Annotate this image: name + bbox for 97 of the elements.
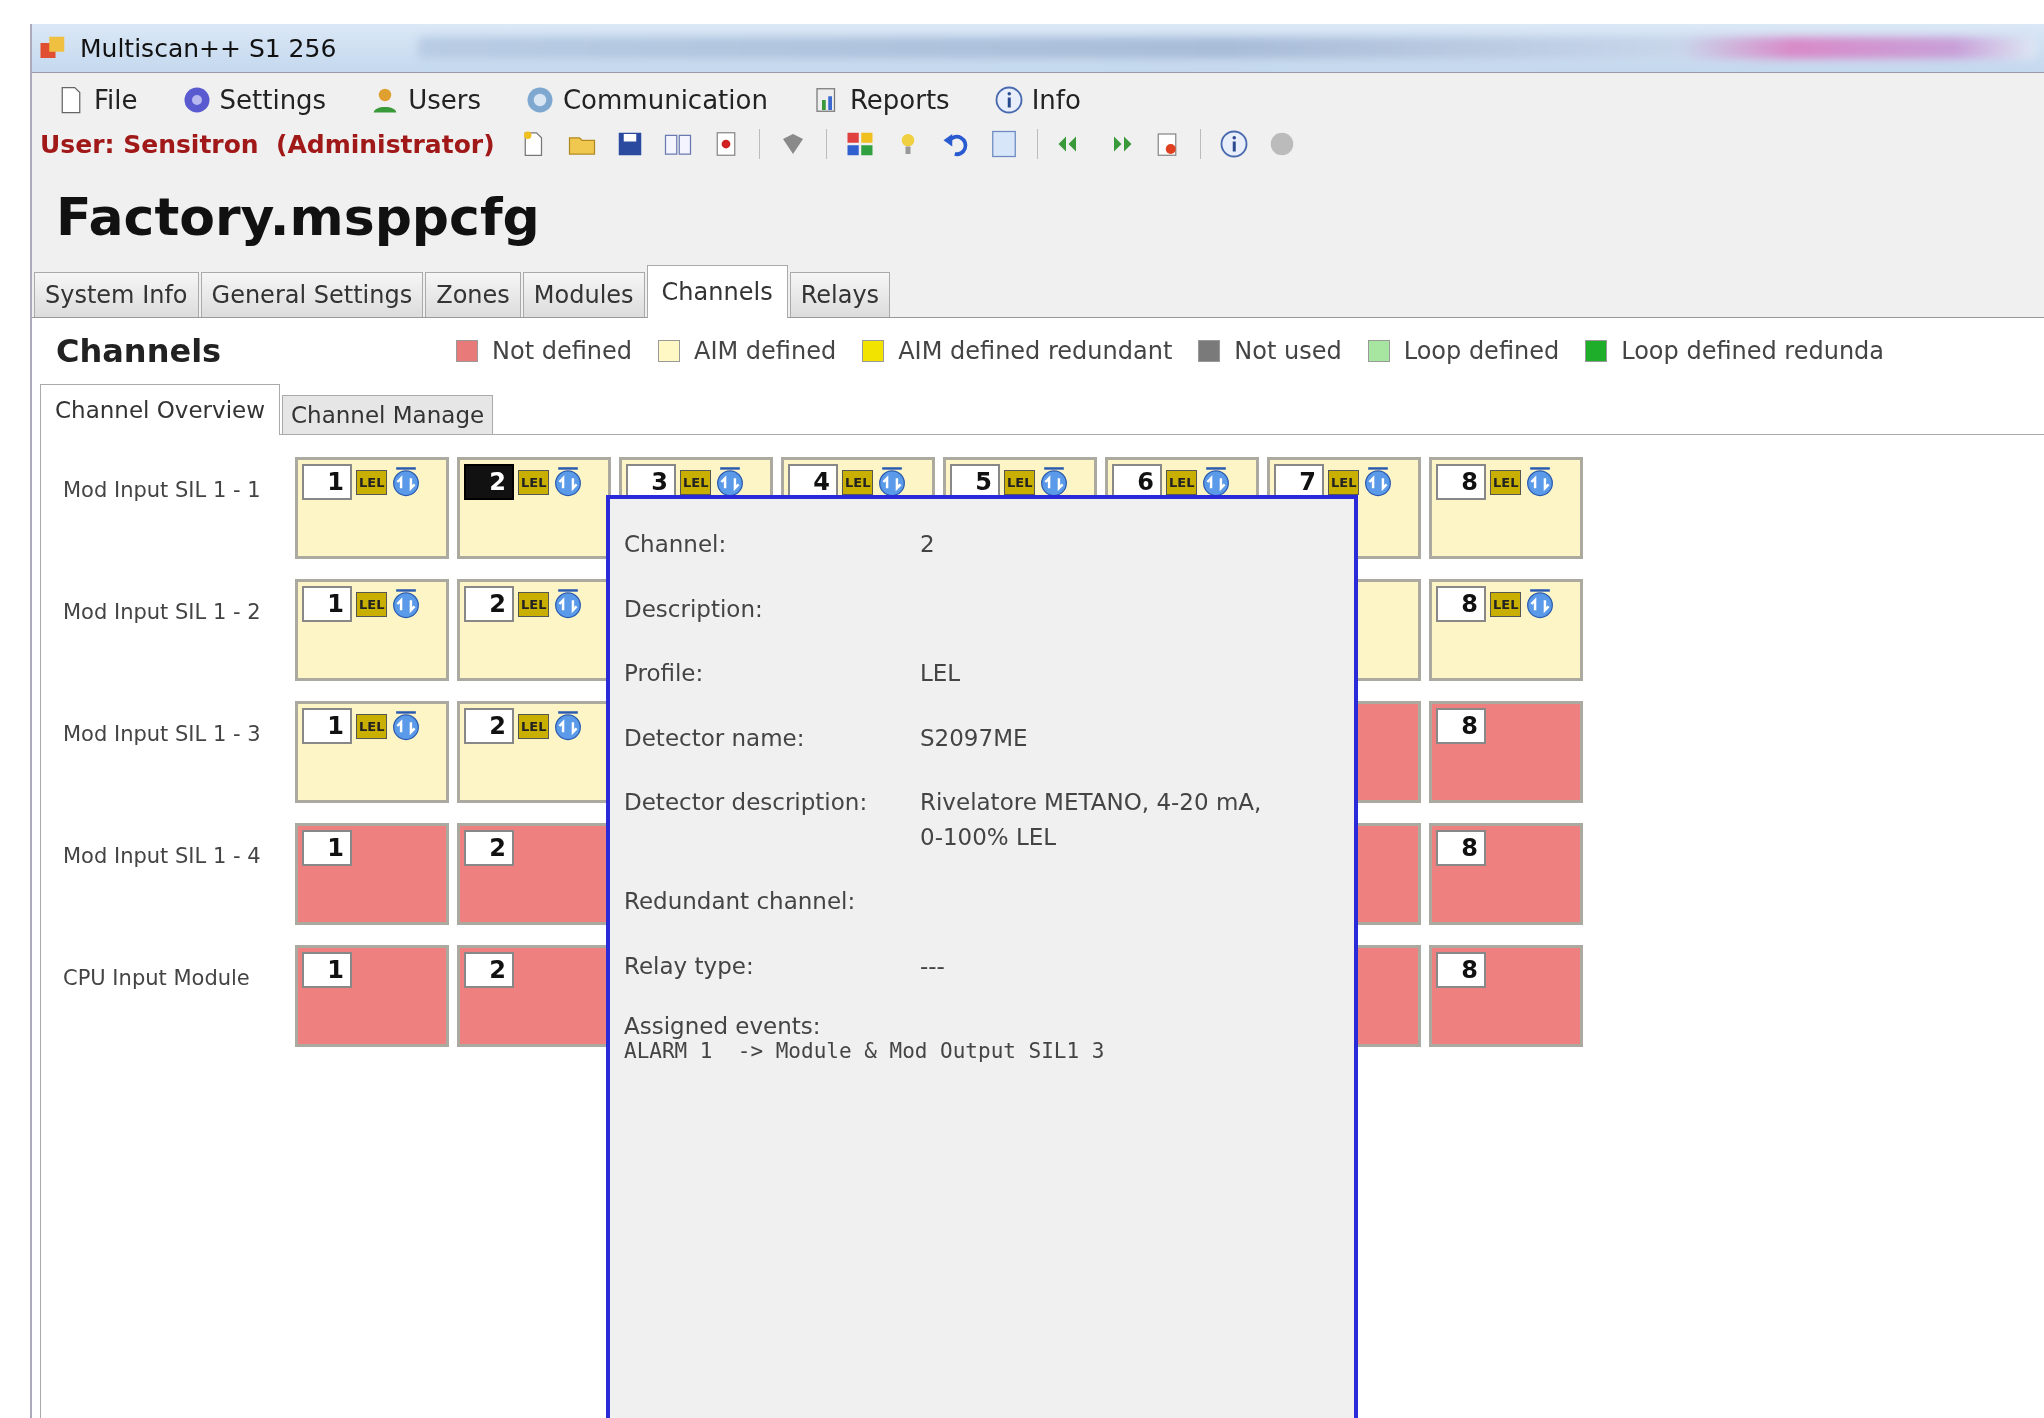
module-label: Mod Input SIL 1 - 2 xyxy=(63,599,262,626)
channel-tile[interactable]: 1 LEL xyxy=(295,457,449,559)
profile-badge: LEL xyxy=(680,469,712,495)
section-title: Channels xyxy=(56,332,223,370)
field-value: Rivelatore METANO, 4-20 mA, 0-100% LEL xyxy=(920,788,1263,852)
document-title: Factory.msppcfg xyxy=(55,186,541,249)
menu-item[interactable]: Users xyxy=(366,83,485,117)
module-label: CPU Input Module xyxy=(63,965,251,992)
profile-badge: LEL xyxy=(842,469,874,495)
profile-badge: LEL xyxy=(356,469,388,495)
subtab[interactable]: Channel Manage xyxy=(282,395,494,434)
channel-number: 2 xyxy=(464,830,514,866)
menu-item[interactable]: Info xyxy=(989,83,1085,117)
channel-number: 1 xyxy=(302,586,352,622)
sync-arrows-icon xyxy=(1039,466,1070,498)
profile-badge: LEL xyxy=(518,713,550,739)
channel-number: 2 xyxy=(464,586,514,622)
field-label: Channel: xyxy=(624,530,728,559)
legend-label: Not defined xyxy=(492,337,632,365)
info-icon xyxy=(993,85,1024,115)
menu-item[interactable]: Settings xyxy=(177,83,331,117)
subtab[interactable]: Channel Overview xyxy=(40,384,281,435)
sync-arrows-icon xyxy=(1525,466,1556,498)
module-label: Mod Input SIL 1 - 4 xyxy=(63,843,262,870)
channel-tile[interactable]: 8 LEL xyxy=(1429,457,1583,559)
module-label: Mod Input SIL 1 - 1 xyxy=(63,477,262,504)
info-icon[interactable] xyxy=(1218,129,1249,159)
sync-arrows-icon xyxy=(553,588,584,620)
user-label: User: Sensitron (Administrator) xyxy=(40,129,495,159)
sync-arrows-icon xyxy=(1525,588,1556,620)
legend-label: AIM defined xyxy=(694,337,837,365)
channel-tile[interactable]: 1 xyxy=(295,823,449,925)
menu-item[interactable]: Communication xyxy=(520,83,772,117)
sync-arrows-icon xyxy=(391,710,422,742)
channel-number: 8 xyxy=(1436,952,1486,988)
tab[interactable]: Channels xyxy=(646,265,788,318)
channel-tile[interactable]: 1 LEL xyxy=(295,701,449,803)
field-label: Detector description: xyxy=(624,788,869,817)
sync-arrows-icon xyxy=(1201,466,1232,498)
channel-tile[interactable]: 1 LEL xyxy=(295,579,449,681)
tab[interactable]: System Info xyxy=(34,272,199,317)
tab[interactable]: Modules xyxy=(522,272,645,317)
profile-badge: LEL xyxy=(1166,469,1198,495)
menu-item[interactable]: Reports xyxy=(807,83,954,117)
legend-label: Loop defined xyxy=(1403,337,1560,365)
sync-arrows-icon xyxy=(1363,466,1394,498)
field-value: --- xyxy=(920,951,946,981)
channel-tile[interactable]: 8 xyxy=(1429,701,1583,803)
sync-arrows-icon xyxy=(391,588,422,620)
legend-label: Loop defined redunda xyxy=(1621,337,1885,365)
tab[interactable]: Zones xyxy=(425,272,521,317)
profile-badge: LEL xyxy=(518,469,550,495)
legend-label: Not used xyxy=(1234,337,1342,365)
profile-badge: LEL xyxy=(518,591,550,617)
window-title: Multiscan++ S1 256 xyxy=(80,33,337,63)
channel-tile[interactable]: 2 LEL xyxy=(457,457,611,559)
events-label: Assigned events: xyxy=(624,1013,822,1039)
channel-number: 1 xyxy=(302,830,352,866)
channel-tile[interactable]: 1 xyxy=(295,945,449,1047)
field-label: Profile: xyxy=(624,659,705,688)
menu-item[interactable]: File xyxy=(52,83,142,117)
field-label: Detector name: xyxy=(624,723,806,753)
channel-number: 2 xyxy=(464,952,514,988)
channel-tile[interactable]: 8 xyxy=(1429,823,1583,925)
module-label: Mod Input SIL 1 - 3 xyxy=(63,721,262,748)
channel-tile[interactable]: 8 LEL xyxy=(1429,579,1583,681)
legend-label: AIM defined redundant xyxy=(898,337,1173,365)
field-value: 2 xyxy=(920,530,936,559)
event-line: ALARM 1 -> Module & Mod Output SIL1 3 xyxy=(624,1039,1106,1063)
channel-number: 1 xyxy=(302,464,352,500)
tab[interactable]: Relays xyxy=(789,272,891,317)
channel-number: 2 xyxy=(464,708,514,744)
sync-arrows-icon xyxy=(715,466,746,498)
field-label: Redundant channel: xyxy=(624,887,857,916)
sync-arrows-icon xyxy=(553,710,584,742)
channel-number: 8 xyxy=(1436,586,1486,622)
sync-arrows-icon xyxy=(877,466,908,498)
field-value: LEL xyxy=(920,659,962,688)
profile-badge: LEL xyxy=(356,591,388,617)
field-value: S2097ME xyxy=(920,723,1029,753)
sync-arrows-icon xyxy=(553,466,584,498)
channel-number: 1 xyxy=(302,708,352,744)
profile-badge: LEL xyxy=(356,713,388,739)
channel-number: 2 xyxy=(464,464,514,500)
sync-arrows-icon xyxy=(391,466,422,498)
tab[interactable]: General Settings xyxy=(200,272,424,317)
channel-tile[interactable]: 8 xyxy=(1429,945,1583,1047)
channel-number: 8 xyxy=(1436,830,1486,866)
profile-badge: LEL xyxy=(1004,469,1036,495)
field-label: Description: xyxy=(624,594,764,624)
channel-number: 1 xyxy=(302,952,352,988)
channel-number: 8 xyxy=(1436,464,1486,500)
profile-badge: LEL xyxy=(1328,469,1360,495)
channel-number: 8 xyxy=(1436,708,1486,744)
field-label: Relay type: xyxy=(624,951,755,981)
profile-badge: LEL xyxy=(1490,591,1522,617)
profile-badge: LEL xyxy=(1490,469,1522,495)
